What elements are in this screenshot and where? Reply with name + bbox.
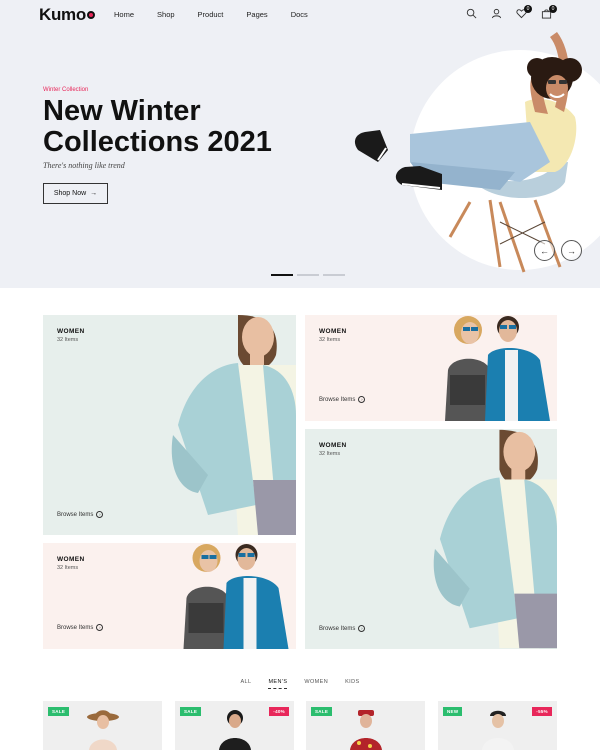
shop-now-button[interactable]: Shop Now → [43,183,108,204]
browse-items-link[interactable]: Browse Items › [57,624,104,631]
nav-pages[interactable]: Pages [246,10,267,19]
arrow-circle-icon: › [358,625,366,632]
new-badge: NEW [443,707,463,716]
search-icon[interactable] [466,8,477,19]
product-card-2[interactable]: SALE -40% [175,701,294,750]
nav-shop[interactable]: Shop [157,10,175,19]
slider-dot-1[interactable] [271,274,293,276]
category-card-women-1[interactable]: WOMEN 32 Items Browse Items › [43,315,296,535]
category-count: 32 Items [57,337,79,343]
product-card-1[interactable]: SALE [43,701,162,750]
hero-section: Kumo Home Shop Product Pages Docs 0 0 Wi… [0,0,600,288]
product-image [482,710,514,750]
browse-items-label: Browse Items [319,625,356,632]
shop-now-label: Shop Now [53,190,87,197]
slider-dot-2[interactable] [297,274,319,276]
header-actions: 0 0 [466,5,557,19]
browse-items-link[interactable]: Browse Items › [319,396,366,403]
hero-eyebrow: Winter Collection [43,87,89,93]
browse-items-link[interactable]: Browse Items › [319,625,366,632]
category-title: WOMEN [319,328,347,335]
brand-name: Kumo [39,5,86,24]
product-card-3[interactable]: SALE [306,701,425,750]
sale-badge: SALE [311,707,333,716]
heart-icon[interactable]: 0 [516,5,532,19]
slider-pagination [271,274,345,276]
discount-badge: -55% [532,707,552,716]
category-image-women-denim-jacket [171,315,296,535]
category-card-women-2[interactable]: WOMEN 32 Items Browse Items › [305,315,557,421]
arrow-circle-icon: › [96,511,104,518]
category-title: WOMEN [57,556,85,563]
category-title: WOMEN [57,328,85,335]
sale-badge: SALE [48,707,70,716]
tab-women[interactable]: WOMEN [304,679,328,689]
browse-items-label: Browse Items [319,396,356,403]
product-image [219,710,251,750]
arrow-right-icon: → [90,190,98,197]
brand-logo[interactable]: Kumo [39,5,95,25]
arrow-right-icon: → [567,245,576,256]
category-count: 32 Items [319,337,341,343]
main-nav: Home Shop Product Pages Docs [114,10,331,19]
arrow-circle-icon: › [358,396,366,403]
product-filter-tabs: ALL MEN'S WOMEN KIDS [0,679,600,689]
nav-home[interactable]: Home [114,10,134,19]
tab-kids[interactable]: KIDS [345,679,359,689]
category-title: WOMEN [319,442,347,449]
product-card-4[interactable]: NEW -55% [438,701,557,750]
tab-mens[interactable]: MEN'S [268,679,288,689]
logo-dot [86,11,95,19]
hero-subtitle: There's nothing like trend [43,161,125,170]
tab-all[interactable]: ALL [240,679,251,689]
hero-next-button[interactable]: → [561,240,582,261]
category-image-couple [445,316,550,421]
category-count: 32 Items [319,451,341,457]
nav-docs[interactable]: Docs [291,10,308,19]
browse-items-link[interactable]: Browse Items › [57,511,104,518]
wishlist-count-badge: 0 [524,5,532,13]
cart-count-badge: 0 [549,5,557,13]
discount-badge: -40% [269,707,289,716]
product-image [87,710,119,750]
hero-title: New Winter Collections 2021 [43,95,272,158]
category-card-women-3[interactable]: WOMEN 32 Items Browse Items › [43,543,296,649]
sale-badge: SALE [180,707,202,716]
category-image-couple [183,544,289,649]
category-count: 32 Items [57,565,79,571]
nav-product[interactable]: Product [198,10,224,19]
browse-items-label: Browse Items [57,624,94,631]
category-image-women-denim-jacket [433,429,557,649]
page: Kumo Home Shop Product Pages Docs 0 0 Wi… [0,0,600,750]
bag-icon[interactable]: 0 [541,5,557,19]
category-card-women-4[interactable]: WOMEN 32 Items Browse Items › [305,429,557,649]
slider-dot-3[interactable] [323,274,345,276]
product-image [350,710,382,750]
hero-prev-button[interactable]: ← [534,240,555,261]
hero-model-image [354,32,582,273]
browse-items-label: Browse Items [57,511,94,518]
arrow-left-icon: ← [540,245,549,256]
user-icon[interactable] [491,8,502,19]
arrow-circle-icon: › [96,624,104,631]
